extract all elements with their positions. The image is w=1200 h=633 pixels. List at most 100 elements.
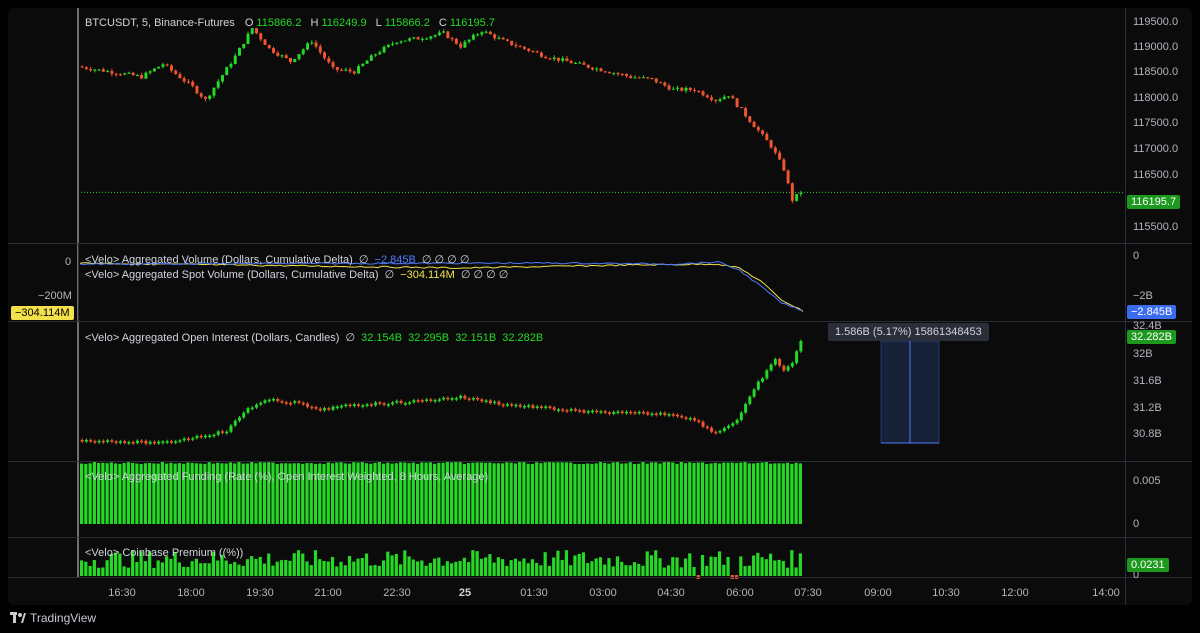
price-candle — [731, 96, 735, 99]
premium-bar — [768, 553, 773, 576]
volume-study-label[interactable]: <Velo> Aggregated Volume (Dollars, Cumul… — [85, 254, 353, 266]
oi-candle — [569, 409, 573, 411]
funding-bar — [717, 463, 722, 524]
funding-bar — [722, 462, 726, 524]
funding-bar — [666, 462, 671, 524]
premium-bar — [415, 561, 420, 576]
premium-bar — [216, 560, 220, 576]
funding-bar — [777, 463, 781, 524]
oi-candle — [123, 441, 127, 444]
oi-candle — [680, 415, 684, 418]
premium-bar — [88, 565, 92, 576]
pane-separator[interactable] — [8, 461, 1192, 462]
price-candle — [552, 57, 556, 60]
funding-bar — [501, 463, 505, 524]
funding-bar — [649, 462, 654, 524]
premium-bar — [373, 565, 377, 576]
tradingview-logo[interactable]: TradingView — [10, 611, 96, 625]
oi-candle — [748, 396, 752, 404]
pane-separator[interactable] — [8, 537, 1192, 538]
price-candle — [527, 48, 531, 51]
chart-canvas[interactable] — [8, 8, 1192, 605]
premium-bar — [505, 565, 509, 576]
oi-candle — [646, 412, 650, 415]
premium-bar — [267, 553, 271, 576]
price-candle — [374, 54, 378, 56]
premium-bar — [296, 550, 301, 576]
time-axis-label: 07:30 — [794, 587, 822, 599]
premium-bar — [513, 558, 517, 576]
oi-candle — [688, 418, 692, 420]
funding-study-label[interactable]: <Velo> Aggregated Funding (Rate (%), Ope… — [85, 471, 488, 483]
premium-bar — [424, 565, 428, 576]
premium-bar — [292, 553, 296, 576]
oi-candle — [118, 441, 122, 443]
premium-tag: 0.0231 — [1127, 558, 1169, 572]
price-candle — [505, 39, 509, 41]
oi-candle — [714, 431, 718, 434]
premium-bar — [445, 561, 449, 576]
price-candle — [586, 64, 590, 68]
price-candle — [225, 67, 229, 76]
price-candle — [140, 75, 144, 79]
price-candle — [348, 69, 352, 72]
oi-candle — [629, 411, 633, 414]
price-candle — [208, 95, 212, 99]
time-axis-label: 22:30 — [383, 587, 411, 599]
price-candle — [735, 98, 739, 107]
pane-separator[interactable] — [8, 243, 1192, 244]
premium-bar — [390, 555, 394, 576]
price-candle — [476, 34, 480, 36]
price-candle — [569, 61, 573, 64]
premium-bar — [454, 561, 458, 576]
oi-candle — [790, 363, 794, 367]
premium-bar — [347, 555, 352, 576]
oi-candle — [650, 413, 654, 416]
time-axis-label: 14:00 — [1092, 587, 1120, 599]
pane-separator[interactable] — [8, 321, 1192, 322]
price-candle — [769, 140, 773, 148]
oi-candle — [106, 440, 110, 442]
oi-candle — [756, 381, 760, 390]
oi-candle — [157, 441, 161, 444]
funding-bar — [747, 463, 751, 524]
oi-candle — [310, 406, 314, 409]
funding-bar — [662, 462, 666, 524]
premium-bar — [484, 557, 488, 576]
premium-bar — [709, 556, 713, 576]
price-candle — [437, 32, 441, 35]
oi-candle — [752, 389, 756, 397]
oi-candle — [416, 400, 420, 402]
price-candle — [429, 36, 433, 39]
premium-bar — [160, 562, 164, 576]
price-candle — [310, 42, 314, 44]
premium-bar — [92, 560, 96, 576]
premium-bar — [722, 564, 726, 576]
premium-study-label[interactable]: <Velo> Coinbase Premium ((%)) — [85, 547, 243, 559]
symbol-label[interactable]: BTCUSDT, 5, Binance-Futures — [85, 17, 235, 29]
oi-candle — [89, 439, 93, 442]
price-candle — [684, 87, 688, 91]
oi-candle — [391, 402, 395, 405]
premium-bar — [641, 565, 645, 576]
oi-candle — [323, 408, 327, 411]
spot-volume-study-label[interactable]: <Velo> Aggregated Spot Volume (Dollars, … — [85, 269, 379, 281]
premium-bar — [165, 556, 169, 576]
oi-candle — [659, 412, 663, 415]
price-candle — [786, 170, 790, 184]
price-candle — [454, 38, 458, 44]
price-candle — [663, 82, 667, 86]
funding-bar — [781, 463, 785, 524]
premium-bar — [467, 562, 471, 576]
funding-bar — [556, 462, 560, 524]
oi-study-label[interactable]: <Velo> Aggregated Open Interest (Dollars… — [85, 332, 339, 344]
premium-bar — [411, 559, 415, 576]
price-candle — [157, 66, 161, 69]
price-candle — [110, 71, 114, 74]
price-candle — [186, 81, 190, 83]
price-candle — [327, 58, 331, 63]
oi-candle — [246, 408, 250, 413]
price-candle — [408, 38, 412, 41]
oi-candle — [267, 399, 271, 402]
oi-candle — [608, 412, 611, 414]
